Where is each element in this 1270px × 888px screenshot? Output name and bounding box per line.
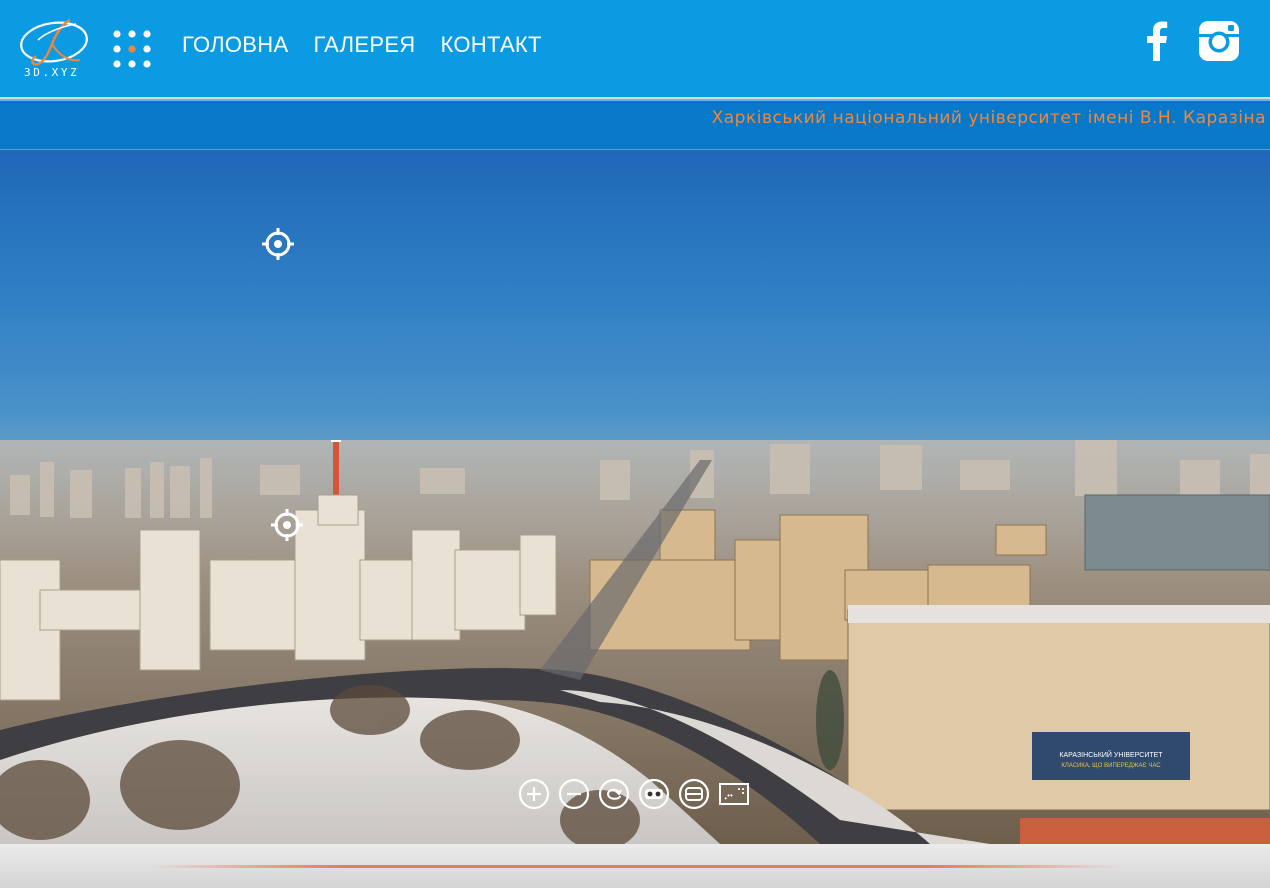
footer-divider bbox=[150, 865, 1120, 868]
logo-monogram-icon bbox=[20, 18, 88, 66]
zoom-in-icon[interactable] bbox=[518, 778, 550, 810]
zoom-out-icon[interactable] bbox=[558, 778, 590, 810]
marquee-bar: Харківський національний університет іме… bbox=[0, 99, 1270, 150]
footer-bar bbox=[0, 844, 1270, 888]
top-header: 3D.XYZ ГОЛОВНА ГАЛЕРЕЯ КОНТАКТ bbox=[0, 0, 1270, 97]
banner-subtitle: КЛАСИКА, ЩО ВИПЕРЕДЖАЄ ЧАС bbox=[1061, 763, 1161, 769]
nav-home-link[interactable]: ГОЛОВНА bbox=[182, 32, 288, 58]
hotspot-icon[interactable] bbox=[262, 228, 294, 260]
view-mode-icon[interactable] bbox=[678, 778, 710, 810]
nav-contact-link[interactable]: КОНТАКТ bbox=[440, 32, 541, 58]
rotate-icon[interactable] bbox=[598, 778, 630, 810]
nav-gallery-link[interactable]: ГАЛЕРЕЯ bbox=[313, 32, 415, 58]
vr-icon[interactable] bbox=[638, 778, 670, 810]
logo-text: 3D.XYZ bbox=[24, 66, 80, 79]
site-logo[interactable]: 3D.XYZ bbox=[18, 14, 92, 82]
fullscreen-icon[interactable] bbox=[718, 778, 750, 810]
hotspot-icon[interactable] bbox=[271, 509, 303, 541]
panorama-viewer[interactable]: КАРАЗІНСЬКИЙ УНІВЕРСИТЕТ КЛАСИКА, ЩО ВИП… bbox=[0, 150, 1270, 844]
facebook-icon[interactable] bbox=[1146, 21, 1168, 61]
viewer-controls bbox=[518, 778, 750, 810]
apps-grid-icon[interactable] bbox=[112, 29, 152, 69]
banner-title: КАРАЗІНСЬКИЙ УНІВЕРСИТЕТ bbox=[1059, 750, 1163, 759]
main-nav: ГОЛОВНА ГАЛЕРЕЯ КОНТАКТ bbox=[182, 32, 542, 58]
instagram-icon[interactable] bbox=[1199, 21, 1239, 61]
marquee-text: Харківський національний університет іме… bbox=[711, 108, 1266, 128]
